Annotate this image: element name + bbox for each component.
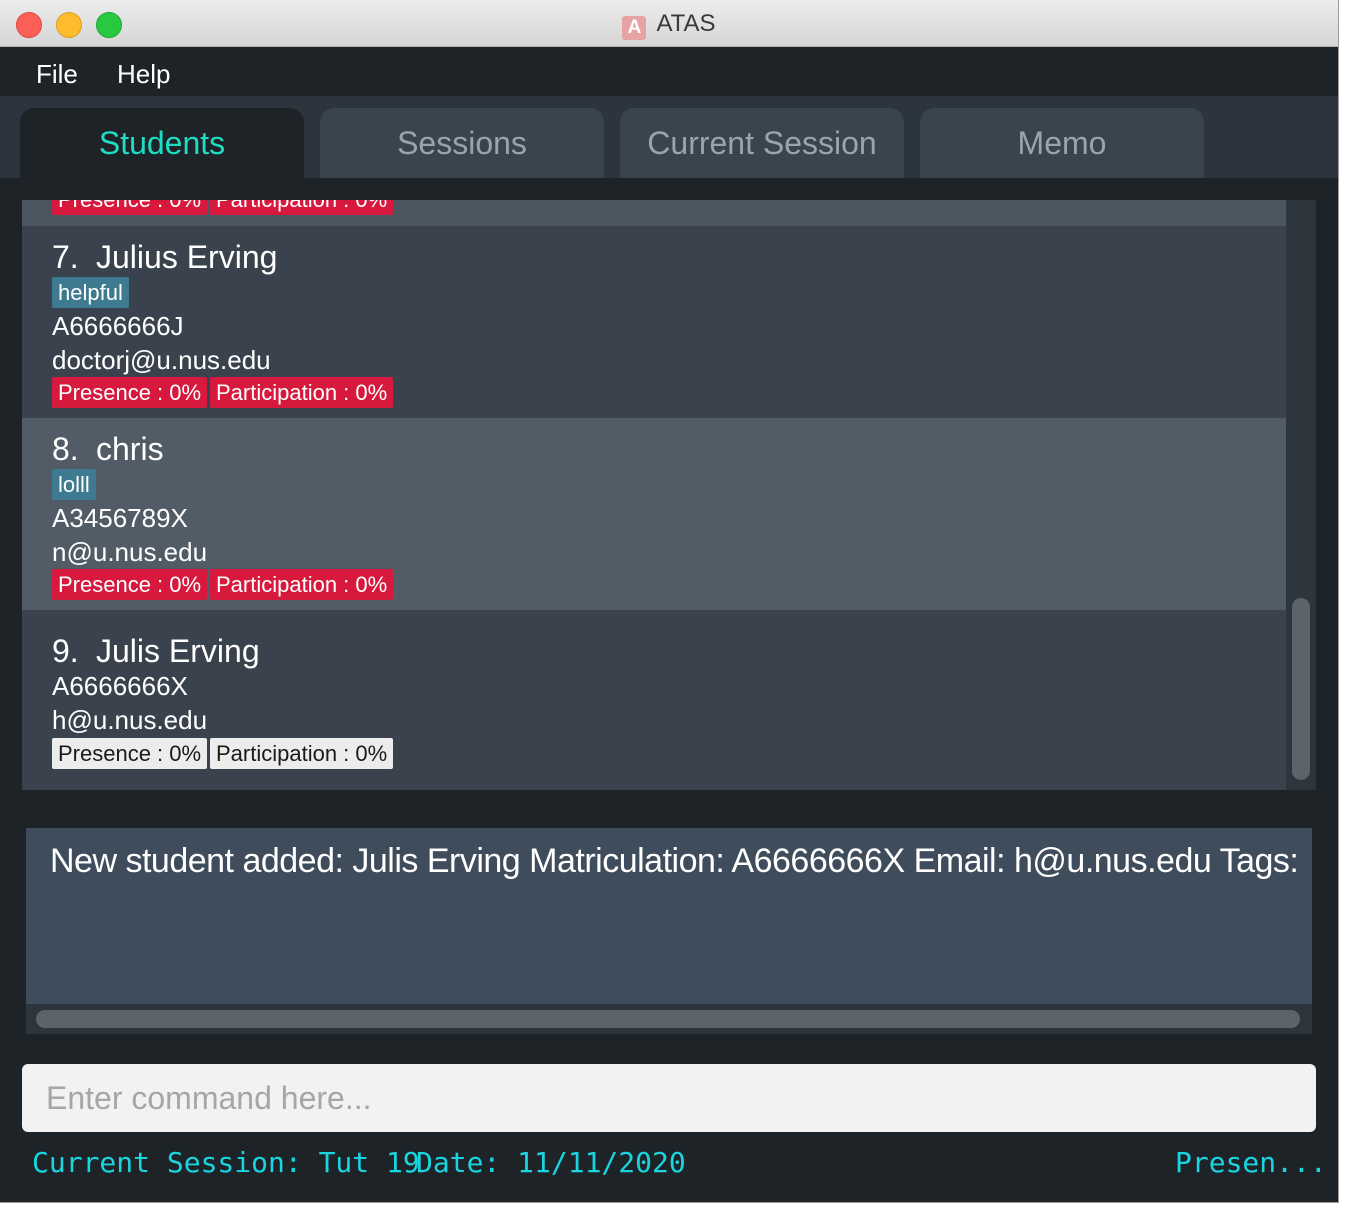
presence-badge: Presence : 0%	[52, 200, 208, 215]
student-email: h@u.nus.edu	[52, 705, 208, 735]
tab-students[interactable]: Students	[20, 108, 304, 178]
tab-memo[interactable]: Memo	[920, 108, 1204, 178]
tab-sessions[interactable]: Sessions	[320, 108, 604, 178]
student-index: 9.	[52, 633, 79, 669]
presence-badge: Presence : 0%	[52, 738, 208, 769]
app-window: A ATAS File Help Students Sessions Curren…	[0, 0, 1339, 1203]
student-name: 7. Julius Erving	[52, 239, 277, 276]
presence-badge: Presence : 0%	[52, 377, 208, 408]
status-presence: Presen...	[1175, 1146, 1327, 1179]
student-card-partial[interactable]: Presence : 0% Participation : 0%	[22, 200, 1286, 226]
student-name: 9. Julis Erving	[52, 633, 260, 670]
student-card[interactable]: 7. Julius Erving helpful A6666666J doctor…	[22, 226, 1286, 418]
menu-help[interactable]: Help	[117, 59, 170, 90]
student-name-text: Julius Erving	[96, 239, 278, 275]
participation-badge: Participation : 0%	[210, 738, 394, 769]
participation-badge: Participation : 0%	[210, 377, 394, 408]
command-input[interactable]	[22, 1064, 1316, 1132]
title-bar: A ATAS	[0, 0, 1338, 47]
student-card-selected[interactable]: 8. chris lolll A3456789X n@u.nus.edu Pres…	[22, 418, 1286, 610]
tab-bar: Students Sessions Current Session Memo	[0, 96, 1338, 178]
app-logo-icon: A	[622, 16, 647, 40]
window-title: A ATAS	[0, 10, 1338, 40]
status-date: Date: 11/11/2020	[416, 1146, 686, 1179]
student-list[interactable]: Presence : 0% Participation : 0% 7. Juliu…	[22, 200, 1316, 790]
student-name-text: Julis Erving	[96, 633, 260, 669]
student-name-text: chris	[96, 431, 164, 467]
window-title-text: ATAS	[656, 10, 716, 37]
student-index: 7.	[52, 239, 79, 275]
student-name: 8. chris	[52, 431, 164, 468]
student-email: doctorj@u.nus.edu	[52, 345, 271, 375]
presence-badge: Presence : 0%	[52, 569, 208, 600]
student-email: n@u.nus.edu	[52, 537, 208, 567]
status-current-session: Current Session: Tut 19	[32, 1146, 420, 1179]
tab-current-session[interactable]: Current Session	[620, 108, 904, 178]
participation-badge: Participation : 0%	[210, 569, 394, 600]
student-matric: A3456789X	[52, 503, 188, 533]
list-scrollbar-thumb[interactable]	[1292, 598, 1310, 780]
result-message: New student added: Julis Erving Matricul…	[50, 842, 1299, 880]
result-horizontal-scrollbar-thumb[interactable]	[36, 1010, 1300, 1028]
menu-file[interactable]: File	[36, 59, 78, 90]
student-card[interactable]: 9. Julis Erving A6666666X h@u.nus.edu Pre…	[22, 610, 1286, 790]
student-index: 8.	[52, 431, 79, 467]
student-matric: A6666666J	[52, 311, 184, 341]
result-display: New student added: Julis Erving Matricul…	[26, 828, 1312, 1034]
student-matric: A6666666X	[52, 671, 188, 701]
student-tag: lolll	[52, 469, 96, 500]
student-tag: helpful	[52, 277, 129, 308]
participation-badge: Participation : 0%	[210, 200, 394, 215]
menu-bar: File Help	[0, 47, 1338, 96]
